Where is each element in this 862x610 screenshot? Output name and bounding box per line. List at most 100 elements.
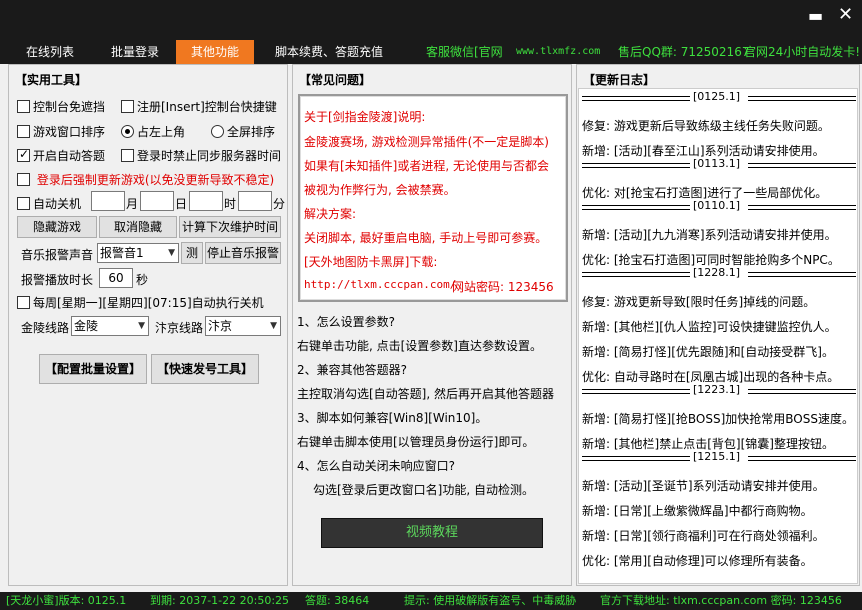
status-bar: [天龙小蜜]版本: 0125.1 到期: 2037-1-22 20:50:25 … <box>0 592 862 610</box>
hour-input[interactable] <box>189 191 223 211</box>
day-input[interactable] <box>140 191 174 211</box>
changelog-separator: [0110.1] <box>582 199 856 214</box>
test-button[interactable]: 测 <box>181 242 203 264</box>
tab-renew-recharge[interactable]: 脚本续费、答题充值 <box>262 40 396 64</box>
chevron-down-icon: ▼ <box>168 248 175 258</box>
cb-weekly-shutdown[interactable]: 每周[星期一][星期四][07:15]自动执行关机 <box>17 294 264 311</box>
checkbox-icon[interactable] <box>17 296 30 309</box>
status-tip: 提示: 使用破解版有盗号、中毒威胁 <box>404 594 577 607</box>
status-answers: 答题: 38464 <box>305 594 370 607</box>
cb-window-sort[interactable]: 游戏窗口排序 <box>17 123 105 140</box>
notice-line: 解决方案: <box>304 207 357 221</box>
minimize-icon[interactable]: ▬ <box>808 8 823 24</box>
changelog-entry: 新增: [日常][上缴紫微辉晶]中都行商购物。 <box>582 504 813 518</box>
video-tutorial-button[interactable]: 视频教程 <box>321 518 543 548</box>
checkbox-icon[interactable] <box>17 147 30 162</box>
tools-panel: 【实用工具】 控制台免遮挡 注册[Insert]控制台快捷键 游戏窗口排序 占左… <box>8 64 288 586</box>
separator-line <box>748 96 856 101</box>
radio-icon[interactable] <box>121 125 134 138</box>
changelog-separator: [1223.1] <box>582 383 856 398</box>
faq-question: 3、脚本如何兼容[Win8][Win10]。 <box>297 411 488 425</box>
label: 占左上角 <box>137 125 186 139</box>
faq-answer: 勾选[登录后更改窗口名]功能, 自动检测。 <box>313 483 534 497</box>
changelog-entry: 修复: 游戏更新导致[限时任务]掉线的问题。 <box>582 295 816 309</box>
changelog-title: 【更新日志】 <box>583 73 656 87</box>
label: 控制台免遮挡 <box>33 100 106 114</box>
changelog-version: [1223.1] <box>692 383 742 396</box>
cb-force-update[interactable]: 登录后强制更新游戏(以免没更新导致不稳定) <box>17 171 274 188</box>
separator-line <box>748 272 856 277</box>
checkbox-icon[interactable] <box>121 100 134 113</box>
calc-maintain-button[interactable]: 计算下次维护时间 <box>179 216 281 238</box>
close-icon[interactable]: ✕ <box>838 6 853 24</box>
changelog-entry: 新增: [活动][九九消寒]系列活动请安排并使用。 <box>582 228 837 242</box>
checkbox-icon[interactable] <box>17 100 30 113</box>
separator-line <box>748 163 856 168</box>
tab-online-list[interactable]: 在线列表 <box>14 40 86 64</box>
chevron-down-icon: ▼ <box>270 321 277 331</box>
promo-service: 客服微信[官网 <box>426 45 503 59</box>
changelog-separator: [0125.1] <box>582 90 856 105</box>
cb-register-insert[interactable]: 注册[Insert]控制台快捷键 <box>121 98 277 115</box>
month-input[interactable] <box>91 191 125 211</box>
faq-answer: 主控取消勾选[自动答题], 然后再开启其他答题器 <box>297 387 554 401</box>
changelog-entry: 修复: 游戏更新后导致练级主线任务失败问题。 <box>582 119 830 133</box>
stop-music-button[interactable]: 停止音乐报警 <box>205 242 281 264</box>
notice-link[interactable]: http://tlxm.cccpan.com/ <box>304 278 456 291</box>
changelog-entry: 优化: [常用][自动修理]可以修理所有装备。 <box>582 554 813 568</box>
tab-batch-login[interactable]: 批量登录 <box>98 40 172 64</box>
batch-settings-button[interactable]: 【配置批量设置】 <box>39 354 147 384</box>
changelog-entry: 新增: [其他栏][仇人监控]可设快捷键监控仇人。 <box>582 320 837 334</box>
quick-tool-button[interactable]: 【快速发号工具】 <box>151 354 259 384</box>
cb-console-nocover[interactable]: 控制台免遮挡 <box>17 98 105 115</box>
bianjing-select[interactable]: 汴京 ▼ <box>205 316 281 336</box>
checkbox-icon[interactable] <box>17 197 30 210</box>
duration-input[interactable]: 60 <box>99 268 133 288</box>
cb-auto-answer[interactable]: 开启自动答题 <box>17 147 105 164</box>
duration-unit: 秒 <box>136 273 149 287</box>
music-label: 音乐报警声音 <box>21 248 94 262</box>
promo-slogan: 官网24小时自动发卡! <box>744 45 861 59</box>
notice-line: [天外地图防卡黑屏]下载: <box>304 255 438 269</box>
music-select-value: 报警音1 <box>100 246 144 260</box>
faq-title: 【常见问题】 <box>299 73 372 87</box>
unit-month: 月 <box>126 197 139 211</box>
bianjing-label: 汴京线路 <box>155 321 204 335</box>
label: 注册[Insert]控制台快捷键 <box>137 100 277 114</box>
separator-line <box>582 456 690 461</box>
notice-line: 关于[剑指金陵渡]说明: <box>304 110 426 124</box>
minute-input[interactable] <box>238 191 272 211</box>
radio-icon[interactable] <box>211 125 224 138</box>
changelog-entry: 新增: [简易打怪][抢BOSS]加快抢常用BOSS速度。 <box>582 412 854 426</box>
music-select[interactable]: 报警音1 ▼ <box>97 243 179 263</box>
checkbox-icon[interactable] <box>121 149 134 162</box>
status-download: 官方下载地址: tlxm.cccpan.com 密码: 123456 <box>600 594 842 607</box>
changelog-version: [1228.1] <box>692 266 742 279</box>
cb-block-sync[interactable]: 登录时禁止同步服务器时间 <box>121 147 281 164</box>
label: 每周[星期一][星期四][07:15]自动执行关机 <box>33 296 264 310</box>
checkbox-icon[interactable] <box>17 125 30 138</box>
separator-line <box>582 389 690 394</box>
bianjing-select-value: 汴京 <box>208 319 233 333</box>
unhide-button[interactable]: 取消隐藏 <box>99 216 177 238</box>
tools-title: 【实用工具】 <box>15 73 88 87</box>
radio-fullscreen[interactable]: 全屏排序 <box>211 123 275 140</box>
radio-top-left[interactable]: 占左上角 <box>121 123 185 140</box>
label: 开启自动答题 <box>33 149 106 163</box>
unit-day: 日 <box>175 197 188 211</box>
checkbox-icon[interactable] <box>17 173 30 186</box>
tab-other-functions[interactable]: 其他功能 <box>176 40 254 64</box>
duration-label: 报警播放时长 <box>21 273 94 287</box>
hide-game-button[interactable]: 隐藏游戏 <box>17 216 97 238</box>
changelog-separator: [1228.1] <box>582 266 856 281</box>
jinling-select-value: 金陵 <box>74 319 99 333</box>
jinling-select[interactable]: 金陵 ▼ <box>71 316 149 336</box>
cb-auto-shutdown[interactable]: 自动关机 <box>17 195 81 212</box>
changelog-entry: 新增: [日常][领行商福利]可在行商处领福利。 <box>582 529 825 543</box>
separator-line <box>582 272 690 277</box>
changelog-list[interactable]: [0125.1] 修复: 游戏更新后导致练级主线任务失败问题。 新增: [活动][春… <box>578 88 858 584</box>
changelog-version: [0110.1] <box>692 199 742 212</box>
notice-box: 关于[剑指金陵渡]说明: 金陵渡赛场, 游戏检测异常插件(不一定是脚本) 如果有… <box>298 94 568 302</box>
faq-question: 4、怎么自动关闭未响应窗口? <box>297 459 456 473</box>
changelog-version: [1215.1] <box>692 450 742 463</box>
